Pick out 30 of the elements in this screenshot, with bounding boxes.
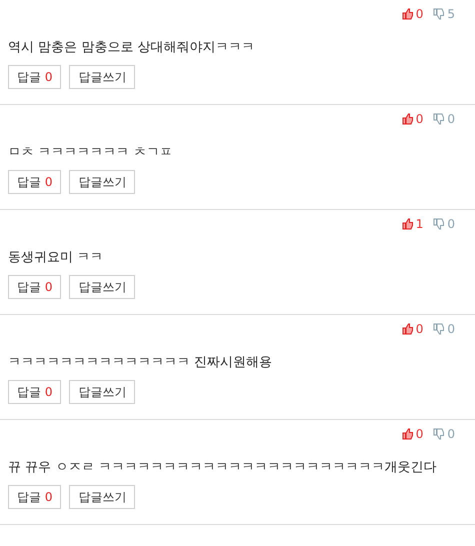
comment-text: ㅁㅊ ㅋㅋㅋㅋㅋㅋㅋ ㅊㄱㅍ: [8, 144, 174, 162]
thumbs-up-icon: [402, 8, 414, 20]
thumbs-down-icon: [433, 8, 446, 20]
replies-button[interactable]: 답글 0: [8, 170, 62, 194]
comment-text: 동생귀요미 ㅋㅋ: [8, 249, 104, 267]
like-button[interactable]: 0: [402, 112, 424, 126]
thumbs-up-icon: [402, 113, 414, 125]
replies-button[interactable]: 답글 0: [8, 380, 62, 404]
like-button[interactable]: 0: [402, 427, 424, 441]
replies-button[interactable]: 답글 0: [8, 275, 62, 299]
like-button[interactable]: 1: [402, 217, 424, 231]
like-button[interactable]: 0: [402, 7, 424, 21]
replies-button[interactable]: 답글 0: [8, 485, 62, 509]
write-reply-button[interactable]: 답글쓰기: [69, 275, 136, 299]
thumbs-up-icon: [402, 428, 414, 440]
write-reply-button[interactable]: 답글쓰기: [69, 485, 136, 509]
thumbs-down-icon: [433, 218, 446, 230]
thumbs-up-icon: [402, 218, 414, 230]
comment-text: 뀨 뀨우 ㅇㅈㄹ ㅋㅋㅋㅋㅋㅋㅋㅋㅋㅋㅋㅋㅋㅋㅋㅋㅋㅋㅋㅋㅋㅋ개웃긴다: [8, 459, 438, 477]
comment-text: 역시 맘충은 맘충으로 상대해줘야지ㅋㅋㅋ: [8, 39, 256, 57]
thumbs-up-icon: [402, 323, 414, 335]
write-reply-button[interactable]: 답글쓰기: [69, 380, 136, 404]
thumbs-down-icon: [433, 113, 446, 125]
like-button[interactable]: 0: [402, 322, 424, 336]
write-reply-button[interactable]: 답글쓰기: [69, 65, 136, 89]
write-reply-button[interactable]: 답글쓰기: [69, 170, 136, 194]
comment-text: ㅋㅋㅋㅋㅋㅋㅋㅋㅋㅋㅋㅋㅋㅋ 진짜시원해용: [8, 354, 274, 372]
thumbs-down-icon: [433, 323, 446, 335]
thumbs-down-icon: [433, 428, 446, 440]
replies-button[interactable]: 답글 0: [8, 65, 62, 89]
